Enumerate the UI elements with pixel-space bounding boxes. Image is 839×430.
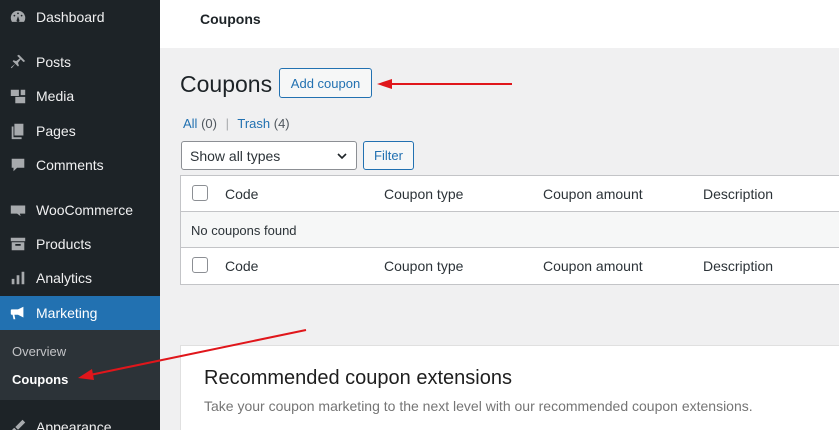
add-coupon-button[interactable]: Add coupon [279, 68, 372, 98]
column-header-coupon-amount: Coupon amount [543, 186, 643, 202]
sidebar-item-label: Media [36, 88, 75, 104]
submenu-item-overview[interactable]: Overview [12, 344, 66, 359]
recommended-title: Recommended coupon extensions [204, 367, 512, 389]
sidebar-item-woocommerce[interactable]: WooCommerce [0, 193, 160, 227]
select-all-checkbox[interactable] [192, 185, 208, 201]
annotation-arrow-add-coupon [377, 79, 512, 89]
views-separator: | [225, 116, 229, 131]
dashboard-icon [8, 7, 28, 27]
pushpin-icon [8, 52, 28, 72]
column-footer-code[interactable]: Code [225, 258, 258, 274]
column-footer-coupon-amount: Coupon amount [543, 258, 643, 274]
recommended-extensions-panel: Recommended coupon extensions Take your … [180, 345, 839, 430]
comment-icon [8, 155, 28, 175]
sidebar-item-products[interactable]: Products [0, 227, 160, 261]
sidebar-item-analytics[interactable]: Analytics [0, 261, 160, 295]
coupon-type-select[interactable]: Show all types [181, 141, 357, 170]
submenu-item-coupons[interactable]: Coupons [12, 372, 68, 387]
sidebar-item-comments[interactable]: Comments [0, 148, 160, 182]
sidebar-item-label: Products [36, 236, 92, 252]
bar-chart-icon [8, 268, 28, 288]
column-footer-description: Description [703, 258, 774, 274]
view-all-link[interactable]: All [183, 116, 197, 131]
media-icon [8, 86, 28, 106]
admin-sidebar: Dashboard Posts Media Pages Comments Woo… [0, 0, 160, 430]
filter-button[interactable]: Filter [363, 141, 414, 170]
view-all-count: (0) [201, 116, 217, 131]
table-header-row: Code Coupon type Coupon amount Descripti… [181, 176, 839, 212]
table-footer-row: Code Coupon type Coupon amount Descripti… [181, 248, 839, 285]
column-footer-coupon-type: Coupon type [384, 258, 464, 274]
sidebar-item-label: WooCommerce [36, 202, 133, 218]
select-value: Show all types [190, 147, 281, 164]
column-header-code[interactable]: Code [225, 186, 258, 202]
coupons-table: Code Coupon type Coupon amount Descripti… [180, 175, 839, 285]
column-header-coupon-type: Coupon type [384, 186, 464, 202]
select-all-checkbox-footer[interactable] [192, 257, 208, 273]
sidebar-item-label: Marketing [36, 305, 98, 321]
recommended-description: Take your coupon marketing to the next l… [204, 398, 753, 414]
empty-message: No coupons found [191, 223, 297, 238]
woocommerce-icon [8, 200, 28, 220]
view-trash-link[interactable]: Trash [237, 116, 270, 131]
view-trash-count: (4) [273, 116, 290, 131]
views-filter: All (0) | Trash (4) [183, 116, 290, 131]
paintbrush-icon [8, 417, 28, 430]
sidebar-item-dashboard[interactable]: Dashboard [0, 0, 160, 34]
sidebar-item-label: Dashboard [36, 9, 105, 25]
sidebar-item-label: Posts [36, 54, 72, 70]
sidebar-item-posts[interactable]: Posts [0, 45, 160, 79]
sidebar-item-label: Comments [36, 157, 104, 173]
column-header-description: Description [703, 186, 774, 202]
sidebar-item-appearance[interactable]: Appearance [0, 410, 160, 430]
chevron-down-icon [337, 153, 347, 160]
table-row: No coupons found [181, 212, 839, 248]
pages-icon [8, 121, 28, 141]
page-header: Coupons [160, 0, 839, 48]
sidebar-item-label: Analytics [36, 270, 93, 286]
header-title: Coupons [200, 11, 261, 27]
marketing-submenu: Overview Coupons [0, 330, 160, 400]
sidebar-item-marketing[interactable]: Marketing [0, 296, 160, 330]
archive-icon [8, 234, 28, 254]
sidebar-item-pages[interactable]: Pages [0, 114, 160, 148]
sidebar-item-media[interactable]: Media [0, 79, 160, 113]
megaphone-icon [8, 303, 28, 323]
page-title: Coupons [180, 71, 273, 97]
sidebar-item-label: Pages [36, 123, 76, 139]
sidebar-item-label: Appearance [36, 419, 112, 430]
